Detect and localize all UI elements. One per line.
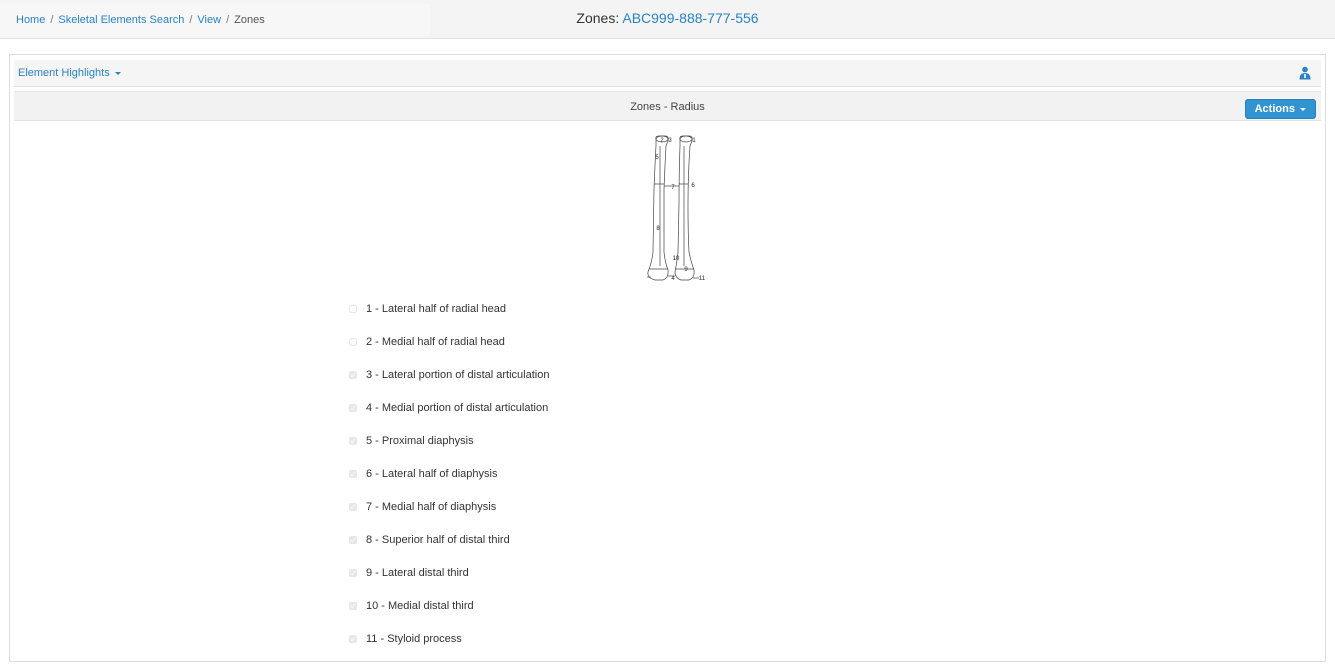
zone-item: 5 - Proximal diaphysis bbox=[348, 424, 549, 457]
zone-label: 3 - Lateral portion of distal articulati… bbox=[366, 368, 550, 381]
page-title-prefix: Zones: bbox=[576, 10, 620, 26]
record-id: ABC999-888-777-556 bbox=[622, 10, 759, 26]
radius-zones-diagram: 1 2 3 4 5 6 7 8 9 10 11 bbox=[647, 135, 706, 282]
zone-number: 10 bbox=[673, 256, 680, 262]
zone-label: 10 - Medial distal third bbox=[366, 599, 474, 612]
zone-number: 1 bbox=[692, 138, 696, 144]
actions-label: Actions bbox=[1254, 103, 1295, 115]
zone-label: 2 - Medial half of radial head bbox=[366, 335, 505, 348]
zone-item: 8 - Superior half of distal third bbox=[348, 523, 549, 556]
zone-checkbox[interactable] bbox=[349, 568, 357, 577]
zone-item: 3 - Lateral portion of distal articulati… bbox=[348, 358, 549, 391]
top-bar: Home / Skeletal Elements Search / View /… bbox=[0, 0, 1335, 39]
zones-subheader: Zones - Radius Actions bbox=[14, 91, 1321, 121]
zone-checkbox[interactable] bbox=[349, 436, 357, 445]
zone-label: 6 - Lateral half of diaphysis bbox=[366, 467, 498, 480]
zone-checkbox[interactable] bbox=[349, 634, 357, 643]
page-title: Zones: ABC999-888-777-556 bbox=[0, 10, 1335, 26]
zones-subtitle: Zones - Radius bbox=[630, 101, 705, 113]
zone-item: 7 - Medial half of diaphysis bbox=[348, 490, 549, 523]
zone-item: 2 - Medial half of radial head bbox=[348, 325, 549, 358]
caret-down-icon bbox=[114, 71, 121, 75]
zone-checkbox[interactable] bbox=[349, 502, 357, 511]
zone-label: 1 - Lateral half of radial head bbox=[366, 302, 507, 315]
zone-item: 6 - Lateral half of diaphysis bbox=[348, 457, 549, 490]
zone-number: 3 bbox=[668, 138, 672, 144]
zone-item: 11 - Styloid process bbox=[348, 622, 549, 655]
zones-panel: Element Highlights Zones - Radius Action… bbox=[9, 54, 1326, 662]
user-icon[interactable] bbox=[1299, 66, 1311, 80]
zone-label: 11 - Styloid process bbox=[366, 632, 462, 645]
element-highlights-dropdown[interactable]: Element Highlights bbox=[18, 67, 121, 79]
zone-checkbox[interactable] bbox=[349, 601, 357, 610]
zone-checklist: 1 - Lateral half of radial head 2 - Media… bbox=[348, 292, 549, 655]
zone-checkbox[interactable] bbox=[349, 535, 357, 544]
zone-number: 11 bbox=[699, 276, 706, 282]
zone-item: 1 - Lateral half of radial head bbox=[348, 292, 549, 325]
zone-label: 4 - Medial portion of distal articulatio… bbox=[366, 401, 549, 414]
actions-button[interactable]: Actions bbox=[1244, 99, 1316, 119]
zone-number: 6 bbox=[691, 183, 695, 189]
caret-down-icon bbox=[1300, 107, 1306, 111]
zone-label: 8 - Superior half of distal third bbox=[366, 533, 510, 546]
element-highlights-label: Element Highlights bbox=[18, 67, 110, 79]
zone-checkbox[interactable] bbox=[349, 304, 357, 313]
zone-item: 10 - Medial distal third bbox=[348, 589, 549, 622]
zone-checkbox[interactable] bbox=[349, 337, 357, 346]
zone-item: 9 - Lateral distal third bbox=[348, 556, 549, 589]
panel-header: Element Highlights bbox=[14, 60, 1321, 87]
zone-number: 2 bbox=[660, 138, 664, 144]
zone-number: 9 bbox=[684, 267, 688, 273]
zone-label: 7 - Medial half of diaphysis bbox=[366, 500, 497, 513]
zone-checkbox[interactable] bbox=[349, 469, 357, 478]
zone-checkbox[interactable] bbox=[349, 403, 357, 412]
zone-item: 4 - Medial portion of distal articulatio… bbox=[348, 391, 549, 424]
zone-label: 5 - Proximal diaphysis bbox=[366, 434, 474, 447]
zone-number: 5 bbox=[655, 155, 659, 161]
zone-checkbox[interactable] bbox=[349, 370, 357, 379]
zone-number: 4 bbox=[671, 276, 675, 282]
zone-label: 9 - Lateral distal third bbox=[366, 566, 469, 579]
